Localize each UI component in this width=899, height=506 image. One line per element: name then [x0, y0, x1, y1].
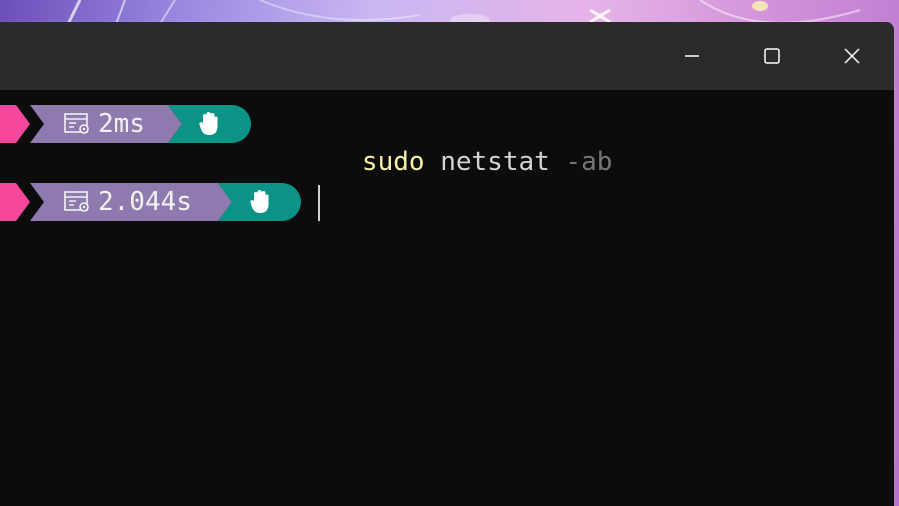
prompt-line: 2ms sudo netstat -ab	[0, 105, 894, 177]
duration-text: 2.044s	[98, 187, 192, 217]
duration-text: 2ms	[98, 109, 145, 139]
close-icon	[844, 48, 860, 64]
command-flag: -ab	[565, 147, 613, 177]
hand-icon	[199, 112, 218, 135]
executiontime-icon	[64, 191, 89, 212]
maximize-icon	[764, 48, 780, 64]
prompt-line: 2.044s	[0, 183, 894, 221]
hand-icon	[250, 190, 269, 213]
minimize-button[interactable]	[663, 34, 721, 78]
pink-segment	[0, 183, 30, 221]
command-executable: sudo	[361, 147, 425, 177]
command-argument: netstat	[440, 147, 550, 177]
maximize-button[interactable]	[743, 34, 801, 78]
text-cursor[interactable]	[318, 185, 320, 221]
minimize-icon	[685, 55, 699, 57]
close-button[interactable]	[823, 34, 881, 78]
executiontime-icon	[64, 113, 89, 134]
pink-segment	[0, 105, 30, 143]
terminal-window: 2ms sudo netstat -ab 2.044s	[0, 22, 894, 506]
title-bar[interactable]	[0, 22, 894, 90]
